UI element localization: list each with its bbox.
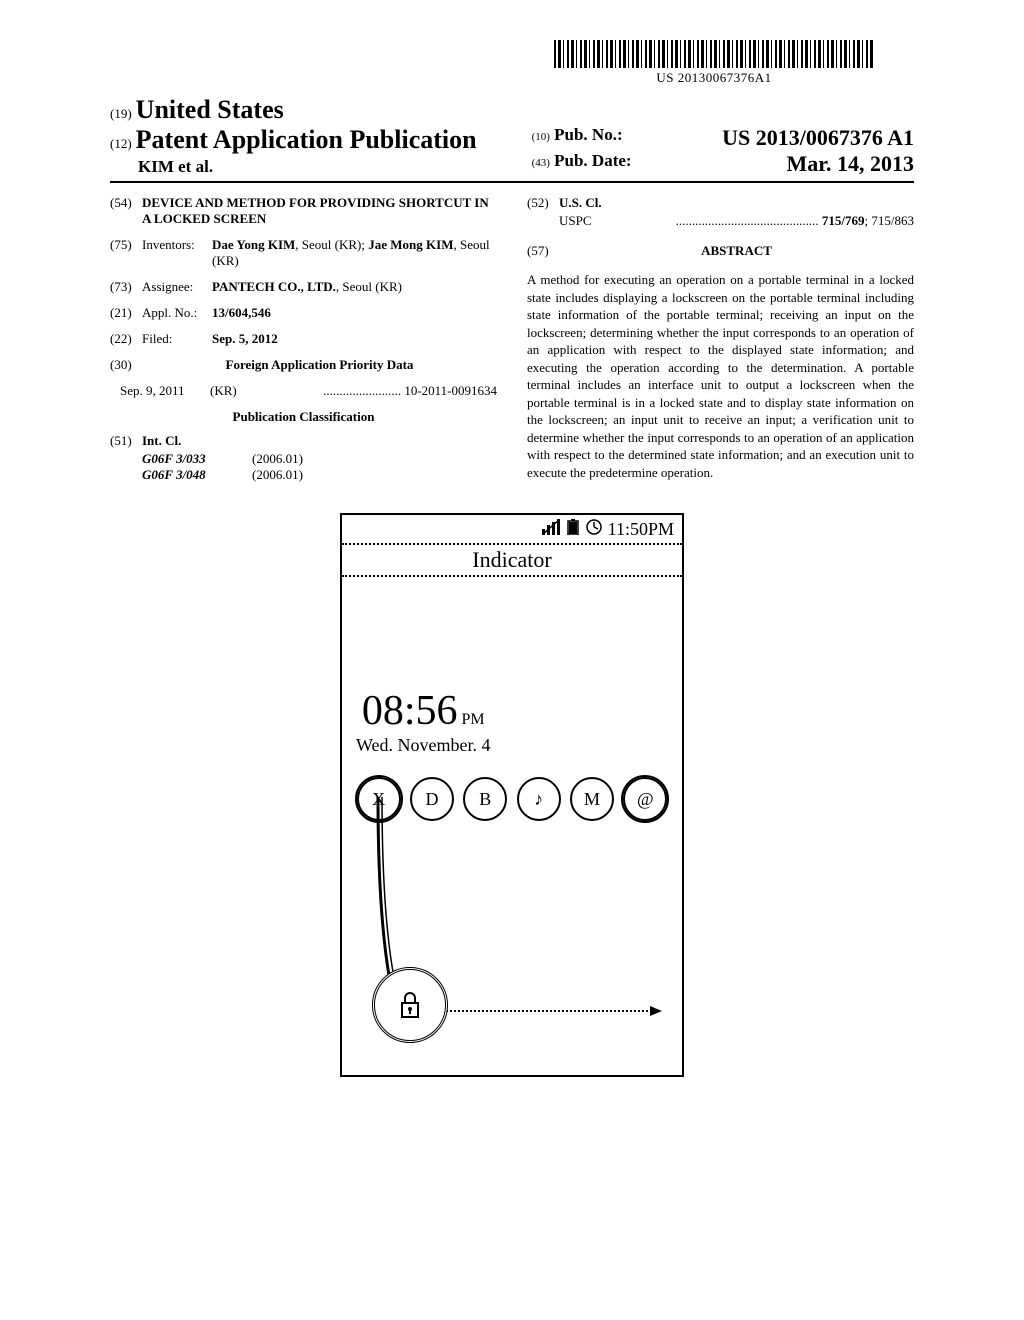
inventors-value: Dae Yong KIM, Seoul (KR); Jae Mong KIM, … xyxy=(212,237,497,269)
inventors-code: (75) xyxy=(110,237,142,269)
authors-header: KIM et al. xyxy=(110,157,512,177)
abstract-heading: ABSTRACT xyxy=(559,243,914,259)
country: United States xyxy=(136,95,284,124)
filed-row: (22) Filed: Sep. 5, 2012 xyxy=(110,331,497,347)
filed-value: Sep. 5, 2012 xyxy=(212,331,497,347)
applno-value: 13/604,546 xyxy=(212,305,497,321)
biblio-right-column: (52) U.S. Cl. USPC .....................… xyxy=(527,195,914,493)
inventors-row: (75) Inventors: Dae Yong KIM, Seoul (KR)… xyxy=(110,237,497,269)
signal-icon xyxy=(542,519,560,540)
foreign-data-row: Sep. 9, 2011 (KR) ......................… xyxy=(110,383,497,399)
shortcut-d[interactable]: D xyxy=(410,777,454,821)
biblio-left-column: (54) DEVICE AND METHOD FOR PROVIDING SHO… xyxy=(110,195,497,493)
intcl-label: Int. Cl. xyxy=(142,433,497,449)
abstract-heading-row: (57) ABSTRACT xyxy=(527,243,914,267)
intcl-2-year: (2006.01) xyxy=(252,467,303,483)
header-left: (19) United States (12) Patent Applicati… xyxy=(110,95,512,177)
code-10: (10) xyxy=(532,131,550,143)
pub-date: Mar. 14, 2013 xyxy=(786,151,914,177)
assignee-code: (73) xyxy=(110,279,142,295)
barcode: US 20130067376A1 xyxy=(554,40,874,86)
barcode-area: US 20130067376A1 xyxy=(110,40,914,87)
shortcut-b[interactable]: B xyxy=(463,777,507,821)
code-12: (12) xyxy=(110,136,132,151)
shortcut-at[interactable]: @ xyxy=(623,777,667,821)
foreign-date: Sep. 9, 2011 xyxy=(120,383,210,399)
intcl-2-row: G06F 3/048 (2006.01) xyxy=(110,467,497,483)
clock-date: Wed. November. 4 xyxy=(356,735,491,756)
pub-no-label: Pub. No.: xyxy=(554,125,622,144)
filed-label: Filed: xyxy=(142,331,212,347)
bibliographic-data: (54) DEVICE AND METHOD FOR PROVIDING SHO… xyxy=(110,195,914,493)
foreign-code: (30) xyxy=(110,357,142,373)
foreign-no: ........................ 10-2011-0091634 xyxy=(260,383,497,399)
uscl-values-row: USPC ...................................… xyxy=(527,213,914,229)
filed-code: (22) xyxy=(110,331,142,347)
publication-type: Patent Application Publication xyxy=(136,125,477,154)
invention-title: DEVICE AND METHOD FOR PROVIDING SHORTCUT… xyxy=(142,195,497,227)
pub-date-label: Pub. Date: xyxy=(554,151,631,170)
phone-mockup: 11:50PM Indicator 08:56 PM Wed. November… xyxy=(340,513,684,1077)
clock-ampm: PM xyxy=(462,711,485,728)
code-19: (19) xyxy=(110,106,132,121)
intcl-code: (51) xyxy=(110,433,142,449)
slide-arrow xyxy=(442,1011,662,1013)
status-bar: 11:50PM xyxy=(342,515,682,545)
intcl-1-row: G06F 3/033 (2006.01) xyxy=(110,451,497,467)
uscl-row: (52) U.S. Cl. xyxy=(527,195,914,211)
intcl-row: (51) Int. Cl. xyxy=(110,433,497,449)
lock-icon xyxy=(398,991,422,1019)
inventors-label: Inventors: xyxy=(142,237,212,269)
uscl-prefix: USPC xyxy=(559,213,592,229)
status-time: 11:50PM xyxy=(608,519,674,540)
clock-time: 08:56 xyxy=(362,688,458,734)
patent-page: US 20130067376A1 (19) United States (12)… xyxy=(0,0,1024,1117)
assignee-value: PANTECH CO., LTD., Seoul (KR) xyxy=(212,279,497,295)
intcl-1-year: (2006.01) xyxy=(252,451,303,467)
battery-icon xyxy=(566,519,580,540)
figure-container: 11:50PM Indicator 08:56 PM Wed. November… xyxy=(110,513,914,1077)
lock-slider[interactable] xyxy=(372,967,448,1043)
applno-label: Appl. No.: xyxy=(142,305,212,321)
barcode-lines xyxy=(554,40,874,68)
code-43: (43) xyxy=(532,157,550,169)
barcode-text: US 20130067376A1 xyxy=(554,70,874,86)
shortcut-m[interactable]: M xyxy=(570,777,614,821)
foreign-priority-row: (30) Foreign Application Priority Data xyxy=(110,357,497,373)
pubclass-heading: Publication Classification xyxy=(110,409,497,425)
foreign-heading: Foreign Application Priority Data xyxy=(142,357,497,373)
assignee-row: (73) Assignee: PANTECH CO., LTD., Seoul … xyxy=(110,279,497,295)
assignee-label: Assignee: xyxy=(142,279,212,295)
indicator-bar: Indicator xyxy=(342,545,682,577)
clock-icon xyxy=(586,519,602,540)
clock-widget: 08:56 PM Wed. November. 4 xyxy=(356,687,491,756)
title-row: (54) DEVICE AND METHOD FOR PROVIDING SHO… xyxy=(110,195,497,227)
applno-code: (21) xyxy=(110,305,142,321)
pub-no: US 2013/0067376 A1 xyxy=(722,125,914,151)
intcl-2: G06F 3/048 xyxy=(142,467,252,483)
abstract-code: (57) xyxy=(527,243,559,267)
uscl-label: U.S. Cl. xyxy=(559,195,914,211)
foreign-country: (KR) xyxy=(210,383,260,399)
uscl-values: ........................................… xyxy=(592,213,914,229)
intcl-1: G06F 3/033 xyxy=(142,451,252,467)
document-header: (19) United States (12) Patent Applicati… xyxy=(110,95,914,183)
lockscreen-body: 08:56 PM Wed. November. 4 X D B ♪ M @ xyxy=(342,577,682,1073)
title-code: (54) xyxy=(110,195,142,227)
abstract-text: A method for executing an operation on a… xyxy=(527,271,914,482)
shortcut-music[interactable]: ♪ xyxy=(517,777,561,821)
header-right: (10) Pub. No.: US 2013/0067376 A1 (43) P… xyxy=(512,125,914,177)
uscl-code: (52) xyxy=(527,195,559,211)
applno-row: (21) Appl. No.: 13/604,546 xyxy=(110,305,497,321)
